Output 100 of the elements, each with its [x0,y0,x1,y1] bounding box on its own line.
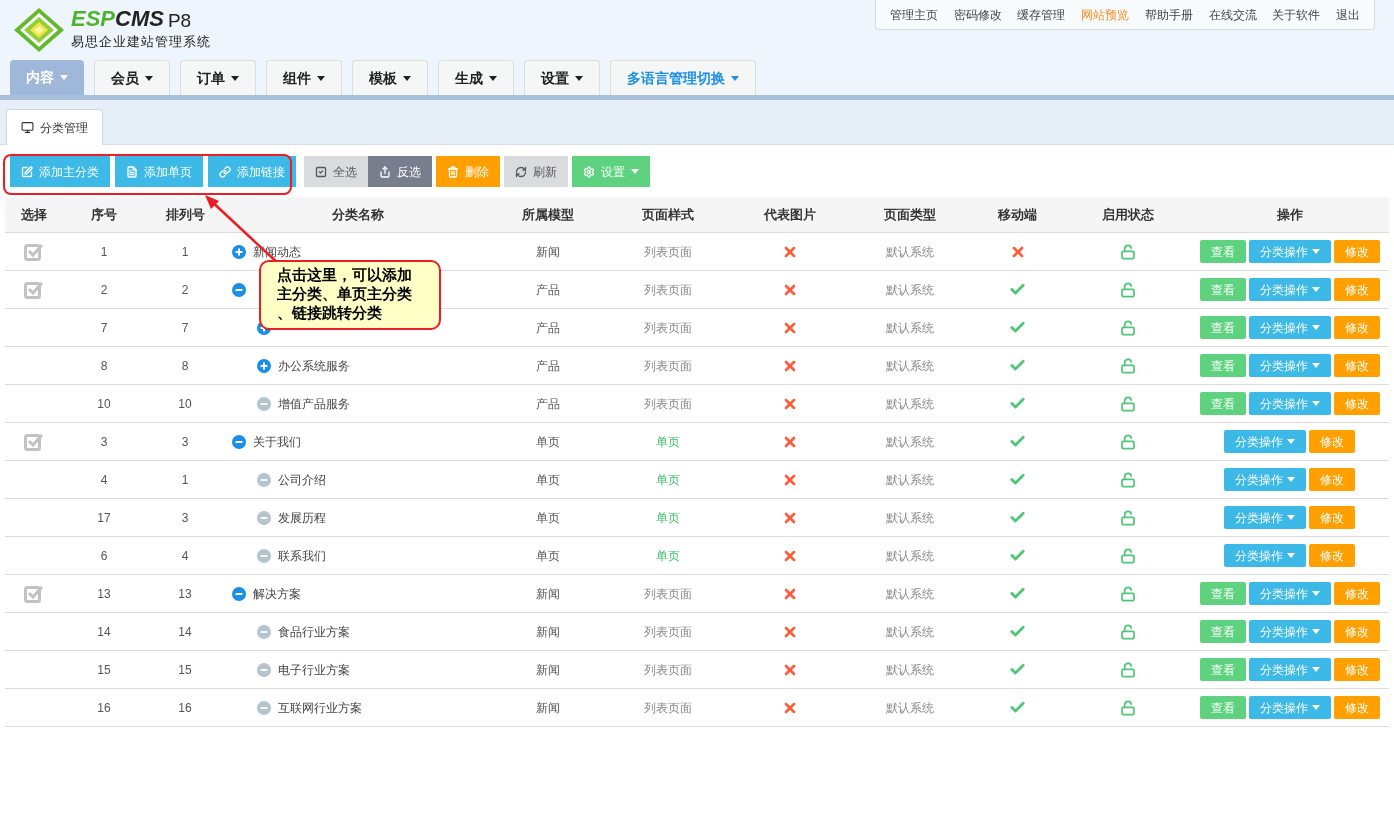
category-name[interactable]: 办公系统服务 [278,356,350,375]
plus-circle-icon[interactable] [257,358,271,373]
edit-button[interactable]: 修改 [1333,392,1380,415]
unlocked-icon[interactable] [1119,699,1136,716]
table-cell-text: 6 [100,547,108,565]
top-link[interactable]: 网站预览 [1081,5,1130,24]
dropdown-button[interactable]: 分类操作 [1248,240,1331,263]
dropdown-button[interactable]: 分类操作 [1248,354,1331,377]
category-name[interactable]: 公司介绍 [278,470,326,489]
unlocked-icon[interactable] [1119,243,1136,260]
top-link[interactable]: 退出 [1336,5,1361,24]
edit-button[interactable]: 修改 [1333,620,1380,643]
checkbox-icon[interactable] [24,242,44,261]
dropdown-button[interactable]: 分类操作 [1248,620,1331,643]
edit-button[interactable]: 修改 [1309,468,1355,491]
nav-tab[interactable]: 生成 [438,60,514,95]
unlocked-icon[interactable] [1119,509,1136,526]
edit-button[interactable]: 修改 [1333,278,1380,301]
dropdown-button[interactable]: 分类操作 [1248,316,1331,339]
unlocked-icon[interactable] [1119,281,1136,298]
view-button[interactable]: 查看 [1199,278,1246,301]
unlocked-icon[interactable] [1119,661,1136,678]
edit-button[interactable]: 修改 [1309,430,1355,453]
nav-tab[interactable]: 订单 [180,60,256,95]
checkbox-icon[interactable] [24,280,44,299]
dropdown-button[interactable]: 分类操作 [1248,658,1331,681]
category-name[interactable]: 联系我们 [278,546,326,565]
table-cell-text: 列表页面 [643,623,692,641]
view-button[interactable]: 查看 [1199,696,1246,719]
view-button[interactable]: 查看 [1199,240,1246,263]
table-cell-text: 默认系统 [886,661,934,679]
nav-tab[interactable]: 模板 [352,60,428,95]
nav-tab[interactable]: 会员 [94,60,170,95]
category-name[interactable]: 电子行业方案 [278,660,350,679]
top-link[interactable]: 帮助手册 [1144,5,1193,24]
minus-circle-icon[interactable] [232,586,246,601]
dropdown-button[interactable]: 分类操作 [1224,468,1306,491]
edit-button[interactable]: 修改 [1309,544,1355,567]
table-cell-text: 15 [97,661,111,679]
unlocked-icon[interactable] [1119,357,1136,374]
table-cell-text: 默认系统 [886,585,934,603]
unlocked-icon[interactable] [1119,395,1136,412]
view-button[interactable]: 查看 [1199,620,1246,643]
nav-tab[interactable]: 组件 [266,60,342,95]
dropdown-button[interactable]: 分类操作 [1248,278,1331,301]
unlocked-icon[interactable] [1119,585,1136,602]
toolbar-button[interactable]: 设置 [572,156,650,187]
category-name[interactable]: 解决方案 [253,584,301,603]
nav-tab[interactable]: 内容 [10,60,84,95]
toolbar-button[interactable]: 全选 [304,156,368,187]
unlocked-icon[interactable] [1119,319,1136,336]
toolbar-button[interactable]: 刷新 [504,156,568,187]
dropdown-button[interactable]: 分类操作 [1248,696,1331,719]
plus-circle-icon[interactable] [232,244,246,259]
checkbox-icon[interactable] [24,432,44,451]
checkbox-icon[interactable] [24,584,44,603]
minus-circle-icon[interactable] [232,434,246,449]
dropdown-button[interactable]: 分类操作 [1248,392,1331,415]
unlocked-icon[interactable] [1119,547,1136,564]
view-button[interactable]: 查看 [1199,582,1246,605]
top-link[interactable]: 在线交流 [1208,5,1257,24]
toolbar-button[interactable]: 添加链接 [208,156,296,187]
dropdown-button[interactable]: 分类操作 [1248,582,1331,605]
dropdown-button[interactable]: 分类操作 [1224,506,1306,529]
edit-button[interactable]: 修改 [1309,506,1355,529]
toolbar-button[interactable]: 添加主分类 [10,156,110,187]
view-button[interactable]: 查看 [1199,354,1246,377]
table-cell-text: 3 [181,509,189,527]
unlocked-icon[interactable] [1119,623,1136,640]
view-button[interactable]: 查看 [1199,316,1246,339]
edit-button[interactable]: 修改 [1333,696,1380,719]
edit-button[interactable]: 修改 [1333,354,1380,377]
top-link[interactable]: 缓存管理 [1017,5,1066,24]
category-name[interactable]: 关于我们 [253,432,301,451]
category-name[interactable]: 食品行业方案 [278,622,350,641]
edit-button[interactable]: 修改 [1333,658,1380,681]
top-link[interactable]: 关于软件 [1272,5,1321,24]
dropdown-button[interactable]: 分类操作 [1224,544,1306,567]
category-name[interactable]: 增值产品服务 [278,394,350,413]
edit-button[interactable]: 修改 [1333,240,1380,263]
dropdown-button[interactable]: 分类操作 [1224,430,1306,453]
view-button[interactable]: 查看 [1199,658,1246,681]
toolbar-button[interactable]: 反选 [368,156,432,187]
toolbar-button[interactable]: 删除 [436,156,500,187]
edit-button[interactable]: 修改 [1333,582,1380,605]
edit-button[interactable]: 修改 [1333,316,1380,339]
category-name[interactable]: 发展历程 [278,508,326,527]
table-cell-text: 新闻 [535,699,560,717]
top-link[interactable]: 管理主页 [889,5,938,24]
page-tab[interactable]: 分类管理 [6,109,103,145]
toolbar-button[interactable]: 添加单页 [115,156,203,187]
minus-circle-icon[interactable] [232,282,246,297]
top-link[interactable]: 密码修改 [953,5,1002,24]
nav-tab[interactable]: 多语言管理切换 [610,60,756,95]
table-cell-text: 14 [97,623,111,641]
category-name[interactable]: 互联网行业方案 [278,698,362,717]
view-button[interactable]: 查看 [1199,392,1246,415]
unlocked-icon[interactable] [1119,433,1136,450]
unlocked-icon[interactable] [1119,471,1136,488]
nav-tab[interactable]: 设置 [524,60,600,95]
